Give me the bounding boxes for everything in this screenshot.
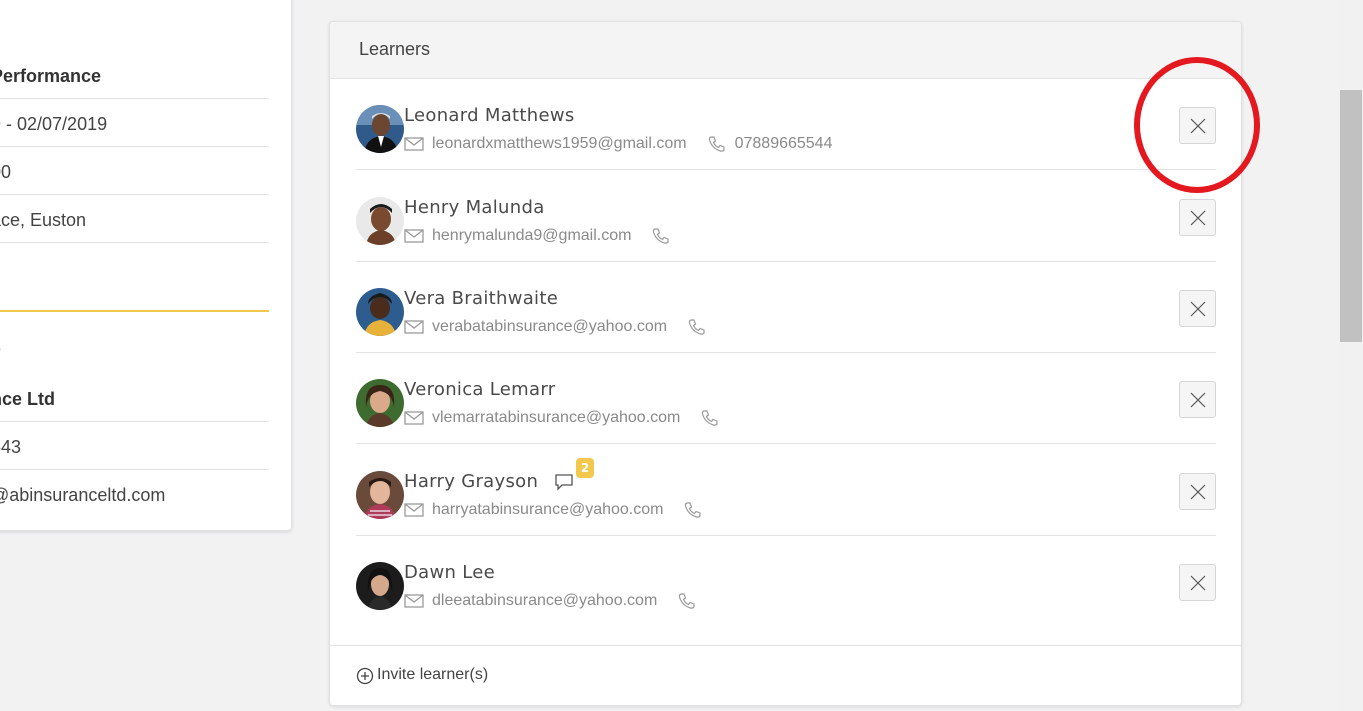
phone-icon xyxy=(687,318,707,336)
course-details-card: Performance 9 - 02/07/2019 00 ace, Eusto… xyxy=(0,0,292,531)
remove-learner-button[interactable] xyxy=(1179,473,1216,510)
phone-icon xyxy=(683,501,703,519)
learner-phone[interactable]: 07889665544 xyxy=(735,135,833,153)
learner-row: Henry Malunda henrymalunda9@gmail.com xyxy=(356,171,1216,262)
avatar xyxy=(356,105,404,153)
avatar xyxy=(356,471,404,519)
close-icon xyxy=(1190,484,1205,499)
learner-email[interactable]: leonardxmatthews1959@gmail.com xyxy=(432,135,687,153)
learner-row: Vera Braithwaite verabatabinsurance@yaho… xyxy=(356,262,1216,353)
mail-icon xyxy=(404,410,424,426)
learner-row: Dawn Lee dleeatabinsurance@yahoo.com xyxy=(356,536,1216,627)
company-name: nce Ltd xyxy=(0,389,56,409)
close-icon xyxy=(1190,392,1205,407)
remove-learner-button[interactable] xyxy=(1179,199,1216,236)
phone-icon xyxy=(677,592,697,610)
learner-name[interactable]: Harry Grayson 2 xyxy=(404,458,595,492)
remove-learner-button[interactable] xyxy=(1179,107,1216,144)
learner-name[interactable]: Dawn Lee xyxy=(404,562,495,583)
detail-time: 00 xyxy=(0,162,12,182)
detail-dates: 9 - 02/07/2019 xyxy=(0,114,108,134)
avatar xyxy=(356,379,404,427)
divider xyxy=(0,242,269,243)
invite-label[interactable]: Invite learner(s) xyxy=(377,666,488,684)
detail-heading: Performance xyxy=(0,66,102,86)
remove-learner-button[interactable] xyxy=(1179,381,1216,418)
learners-header: Learners xyxy=(330,22,1241,79)
mail-icon xyxy=(404,502,424,518)
learner-email[interactable]: verabatabinsurance@yahoo.com xyxy=(432,318,667,336)
divider xyxy=(0,194,269,195)
learner-contact: harryatabinsurance@yahoo.com xyxy=(404,501,711,519)
learner-name[interactable]: Henry Malunda xyxy=(404,197,545,218)
avatar xyxy=(356,197,404,245)
close-icon xyxy=(1190,575,1205,590)
mail-icon xyxy=(404,228,424,244)
learner-name-text[interactable]: Harry Grayson xyxy=(404,471,538,492)
close-icon xyxy=(1190,301,1205,316)
learner-row: Veronica Lemarr vlemarratabinsurance@yah… xyxy=(356,353,1216,444)
detail-location: ace, Euston xyxy=(0,210,87,230)
company-phone: 543 xyxy=(0,437,22,457)
learner-name[interactable]: Veronica Lemarr xyxy=(404,379,555,400)
plus-circle-icon xyxy=(356,667,374,685)
learner-email[interactable]: harryatabinsurance@yahoo.com xyxy=(432,501,663,519)
learner-name[interactable]: Vera Braithwaite xyxy=(404,288,558,309)
learner-name[interactable]: Leonard Matthews xyxy=(404,105,575,126)
divider xyxy=(0,146,269,147)
company-email: @abinsuranceltd.com xyxy=(0,485,166,505)
learner-contact: dleeatabinsurance@yahoo.com xyxy=(404,592,705,610)
detail-extra: h xyxy=(0,258,269,279)
learner-contact: leonardxmatthews1959@gmail.com 078896655… xyxy=(404,135,832,153)
learner-email[interactable]: vlemarratabinsurance@yahoo.com xyxy=(432,409,680,427)
remove-learner-button[interactable] xyxy=(1179,290,1216,327)
learner-email[interactable]: henrymalunda9@gmail.com xyxy=(432,227,631,245)
phone-icon xyxy=(700,409,720,427)
mail-icon xyxy=(404,319,424,335)
divider xyxy=(0,98,269,99)
divider xyxy=(0,421,269,422)
message-count-badge: 2 xyxy=(576,458,595,478)
chat-icon[interactable]: 2 xyxy=(554,458,595,492)
learners-card: Learners Leonard Matthews leonardxmatthe… xyxy=(329,21,1242,706)
scrollbar-thumb[interactable] xyxy=(1340,90,1362,342)
learner-email[interactable]: dleeatabinsurance@yahoo.com xyxy=(432,592,657,610)
remove-learner-button[interactable] xyxy=(1179,564,1216,601)
mail-icon xyxy=(404,593,424,609)
learner-row: Leonard Matthews leonardxmatthews1959@gm… xyxy=(356,79,1216,170)
close-icon xyxy=(1190,210,1205,225)
mail-icon xyxy=(404,136,424,152)
learner-contact: henrymalunda9@gmail.com xyxy=(404,227,679,245)
learner-contact: vlemarratabinsurance@yahoo.com xyxy=(404,409,728,427)
close-icon xyxy=(1190,118,1205,133)
divider xyxy=(0,469,269,470)
avatar xyxy=(356,562,404,610)
phone-icon xyxy=(707,135,727,153)
learner-contact: verabatabinsurance@yahoo.com xyxy=(404,318,715,336)
avatar xyxy=(356,288,404,336)
invite-learners-link[interactable]: Invite learner(s) xyxy=(330,645,1241,705)
accent-divider xyxy=(0,310,269,312)
detail-count: 3 xyxy=(0,337,269,358)
learner-row: Harry Grayson 2 harryatabinsurance@yahoo… xyxy=(356,445,1216,536)
phone-icon xyxy=(651,227,671,245)
